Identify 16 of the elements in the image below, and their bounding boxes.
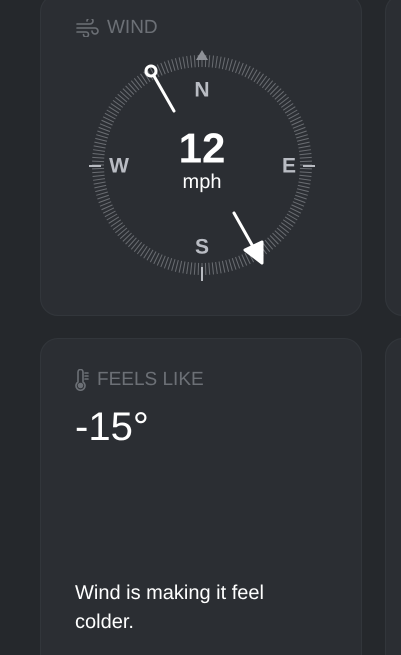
north-marker-icon: [196, 50, 208, 60]
compass-direction: E: [282, 154, 296, 178]
compass-direction: N: [194, 78, 210, 102]
compass-direction: W: [109, 154, 129, 178]
wind-icon: [75, 19, 99, 37]
card-title: WIND: [107, 17, 158, 39]
feels-like-description: Wind is making it feel colder.: [75, 581, 265, 635]
feels-like-temperature: -15°: [75, 405, 150, 450]
card-title: FEELS LIKE: [97, 369, 204, 391]
compass-tick: [303, 165, 315, 167]
wind-speed: 12: [178, 124, 226, 172]
compass-tick: [201, 267, 203, 281]
thermometer-icon: [75, 369, 89, 391]
compass-tick: [89, 165, 101, 167]
speed-unit: mph: [182, 171, 222, 193]
compass-direction: S: [195, 236, 209, 258]
